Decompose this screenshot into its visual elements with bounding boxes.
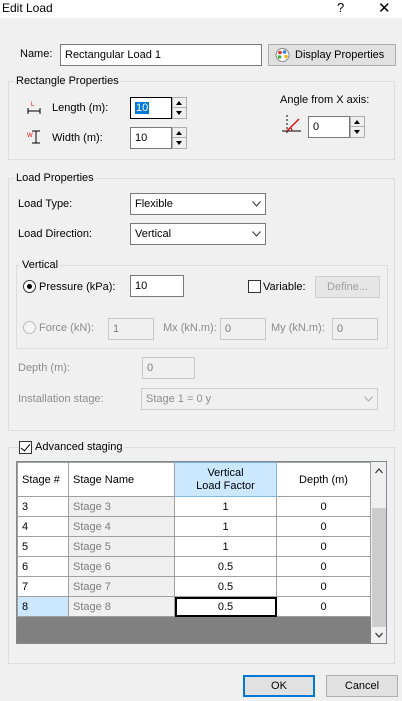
load-properties-title: Load Properties: [14, 172, 96, 184]
cell-depth[interactable]: 0: [276, 556, 371, 577]
staging-table: Stage # Stage Name Vertical Load Factor D…: [17, 462, 371, 617]
col-stage-name[interactable]: Stage Name: [68, 462, 175, 497]
length-icon: L: [26, 99, 42, 115]
define-button[interactable]: Define...: [315, 276, 380, 298]
close-button[interactable]: ✕: [378, 0, 391, 17]
angle-spinner[interactable]: [350, 116, 365, 138]
pressure-input[interactable]: 10: [130, 275, 184, 297]
load-direction-value: Vertical: [135, 228, 172, 240]
my-label: My (kN.m):: [271, 322, 325, 334]
cell-stage-name[interactable]: Stage 8: [68, 596, 175, 617]
force-label: Force (kN):: [39, 322, 94, 334]
width-icon: W: [26, 129, 42, 145]
width-spinner[interactable]: [172, 127, 187, 149]
col-stage-num[interactable]: Stage #: [17, 462, 69, 497]
cell-stage-name[interactable]: Stage 7: [68, 576, 175, 597]
advanced-staging-checkbox[interactable]: [19, 441, 32, 454]
svg-text:L: L: [31, 102, 35, 108]
length-value: 10: [135, 102, 150, 114]
length-spinner[interactable]: [172, 97, 187, 119]
rectangle-properties-title: Rectangle Properties: [14, 75, 121, 87]
load-direction-select[interactable]: Vertical: [130, 223, 266, 245]
depth-input[interactable]: 0: [142, 357, 195, 379]
cell-stage-num[interactable]: 4: [17, 516, 69, 537]
window-title: Edit Load: [2, 1, 53, 15]
advanced-staging-label: Advanced staging: [33, 441, 125, 453]
table-row: 5 Stage 5 1 0: [17, 536, 371, 557]
table-row: 4 Stage 4 1 0: [17, 516, 371, 537]
cell-depth[interactable]: 0: [276, 596, 371, 617]
table-row: 3 Stage 3 1 0: [17, 496, 371, 517]
width-input[interactable]: 10: [130, 127, 172, 149]
svg-text:W: W: [27, 133, 33, 139]
cell-depth[interactable]: 0: [276, 496, 371, 517]
pressure-radio[interactable]: [23, 280, 36, 293]
cell-depth[interactable]: 0: [276, 576, 371, 597]
cell-stage-num[interactable]: 8: [17, 596, 69, 617]
force-radio[interactable]: [23, 321, 36, 334]
cell-stage-name[interactable]: Stage 5: [68, 536, 175, 557]
installation-stage-label: Installation stage:: [18, 393, 104, 405]
length-input[interactable]: 10: [130, 97, 172, 119]
ok-button[interactable]: OK: [243, 675, 315, 697]
cell-load-factor[interactable]: 0.5: [174, 596, 277, 617]
angle-icon: [279, 112, 303, 134]
col-depth[interactable]: Depth (m): [276, 462, 371, 497]
scrollbar-thumb[interactable]: [372, 508, 386, 627]
cell-stage-name[interactable]: Stage 3: [68, 496, 175, 517]
variable-checkbox[interactable]: [248, 280, 261, 293]
mx-label: Mx (kN.m):: [163, 322, 217, 334]
display-properties-button[interactable]: Display Properties: [268, 44, 396, 66]
palette-icon: [275, 48, 290, 62]
cell-stage-name[interactable]: Stage 4: [68, 516, 175, 537]
col-load-factor[interactable]: Vertical Load Factor: [174, 462, 277, 497]
cell-load-factor[interactable]: 1: [174, 536, 277, 557]
load-direction-label: Load Direction:: [18, 228, 92, 240]
pressure-label: Pressure (kPa):: [39, 281, 116, 293]
my-input[interactable]: 0: [332, 318, 378, 340]
angle-input[interactable]: 0: [308, 116, 350, 138]
cell-stage-num[interactable]: 6: [17, 556, 69, 577]
cell-load-factor[interactable]: 0.5: [174, 556, 277, 577]
cell-load-factor[interactable]: 1: [174, 516, 277, 537]
cell-stage-num[interactable]: 5: [17, 536, 69, 557]
chevron-down-icon: [364, 396, 373, 402]
load-type-select[interactable]: Flexible: [130, 193, 266, 215]
angle-label: Angle from X axis:: [280, 94, 370, 106]
cancel-button[interactable]: Cancel: [326, 675, 398, 697]
cell-stage-num[interactable]: 3: [17, 496, 69, 517]
cell-stage-num[interactable]: 7: [17, 576, 69, 597]
chevron-up-icon[interactable]: [375, 467, 383, 475]
load-type-label: Load Type:: [18, 198, 73, 210]
chevron-down-icon: [252, 201, 261, 207]
name-input[interactable]: Rectangular Load 1: [60, 44, 262, 66]
chevron-down-icon[interactable]: [375, 631, 383, 639]
installation-stage-select[interactable]: Stage 1 = 0 y: [141, 388, 378, 410]
width-label: Width (m):: [52, 132, 103, 144]
variable-label: Variable:: [263, 281, 306, 293]
vertical-group-title: Vertical: [20, 259, 61, 271]
display-properties-label: Display Properties: [295, 49, 385, 61]
cell-stage-name[interactable]: Stage 6: [68, 556, 175, 577]
load-type-value: Flexible: [135, 198, 173, 210]
table-row: 6 Stage 6 0.5 0: [17, 556, 371, 577]
cell-load-factor[interactable]: 0.5: [174, 576, 277, 597]
chevron-down-icon: [252, 231, 261, 237]
cell-depth[interactable]: 0: [276, 536, 371, 557]
vertical-scrollbar[interactable]: [371, 462, 386, 643]
col-load-factor-line1: Vertical: [207, 466, 244, 479]
depth-label: Depth (m):: [18, 362, 70, 374]
help-button[interactable]: ?: [337, 0, 344, 15]
length-label: Length (m):: [52, 102, 109, 114]
staging-grid: Stage # Stage Name Vertical Load Factor D…: [16, 461, 387, 644]
cell-depth[interactable]: 0: [276, 516, 371, 537]
name-label: Name:: [20, 48, 53, 60]
table-row: 8 Stage 8 0.5 0: [17, 596, 371, 617]
col-load-factor-line2: Load Factor: [196, 479, 255, 492]
table-row: 7 Stage 7 0.5 0: [17, 576, 371, 597]
mx-input[interactable]: 0: [220, 318, 266, 340]
installation-stage-value: Stage 1 = 0 y: [146, 393, 212, 405]
force-input[interactable]: 1: [108, 318, 154, 340]
cell-load-factor[interactable]: 1: [174, 496, 277, 517]
